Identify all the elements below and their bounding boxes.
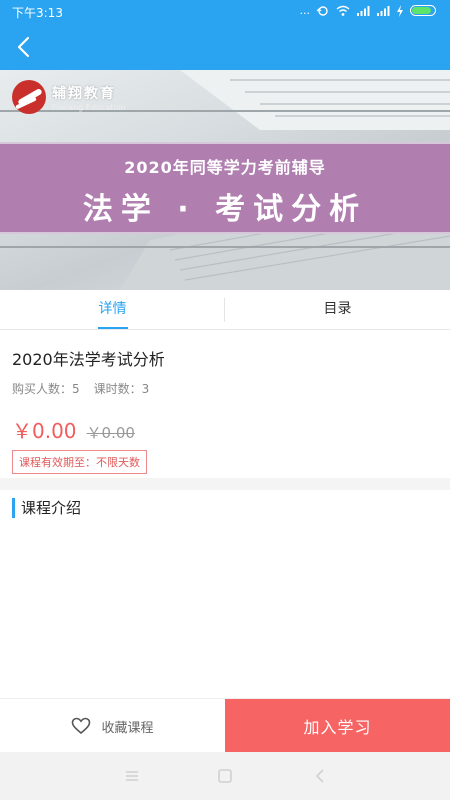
menu-icon — [126, 771, 138, 781]
join-study-button[interactable]: 加入学习 — [225, 699, 450, 753]
charging-icon — [397, 4, 403, 17]
tab-bar: 详情 目录 — [0, 290, 450, 330]
tab-divider — [224, 298, 225, 322]
wifi-icon — [336, 5, 350, 16]
status-time: 下午3:13 — [12, 6, 63, 20]
course-intro: 课程介绍 — [0, 490, 450, 698]
intro-heading: 课程介绍 — [12, 498, 438, 518]
logo-text: 辅翔教育 — [52, 85, 116, 102]
banner-title-band: 2020年同等学力考前辅导 法学 · 考试分析 — [0, 142, 450, 234]
original-price: ￥0.00 — [86, 424, 135, 442]
favorite-button[interactable]: 收藏课程 — [0, 699, 225, 753]
buyer-count: 购买人数：5 — [12, 382, 80, 396]
status-icons: ... — [299, 4, 436, 17]
notification-dots: ... — [299, 4, 311, 17]
tab-catalog[interactable]: 目录 — [225, 290, 450, 329]
lesson-count: 课时数：3 — [93, 382, 150, 396]
course-info: 2020年法学考试分析 购买人数：5 课时数：3 ￥0.00 ￥0.00 课程有… — [0, 330, 450, 478]
signal-icon — [357, 5, 370, 16]
price-row: ￥0.00 ￥0.00 — [12, 415, 438, 444]
system-nav-bar — [0, 752, 450, 800]
chevron-left-icon — [17, 36, 30, 58]
banner-title: 法学 · 考试分析 — [82, 192, 368, 227]
validity-badge: 课程有效期至：不限天数 — [12, 450, 147, 474]
tab-details[interactable]: 详情 — [0, 290, 225, 329]
home-button[interactable] — [215, 766, 235, 786]
back-arrow-icon — [315, 769, 324, 783]
brand-logo: 辅翔教育 Fuxiang Education — [12, 80, 126, 114]
signal-icon-2 — [377, 5, 390, 16]
system-back-button[interactable] — [310, 766, 330, 786]
menu-button[interactable] — [122, 766, 142, 786]
course-banner: 辅翔教育 Fuxiang Education 2020年同等学力考前辅导 法学 … — [0, 70, 450, 290]
logo-subtext: Fuxiang Education — [52, 102, 126, 112]
banner-subtitle: 2020年同等学力考前辅导 — [124, 158, 326, 177]
home-icon — [218, 769, 232, 783]
sync-icon — [316, 5, 328, 16]
heart-icon — [72, 717, 91, 735]
logo-icon — [12, 80, 46, 114]
current-price: ￥0.00 — [12, 419, 77, 443]
course-title: 2020年法学考试分析 — [12, 350, 165, 369]
nav-bar — [0, 24, 450, 70]
status-bar: 下午3:13 ... — [0, 0, 450, 24]
bottom-action-bar: 收藏课程 加入学习 — [0, 698, 450, 753]
favorite-label: 收藏课程 — [101, 720, 154, 736]
course-meta: 购买人数：5 课时数：3 — [12, 380, 438, 397]
battery-icon — [410, 5, 436, 16]
back-button[interactable] — [8, 30, 42, 64]
